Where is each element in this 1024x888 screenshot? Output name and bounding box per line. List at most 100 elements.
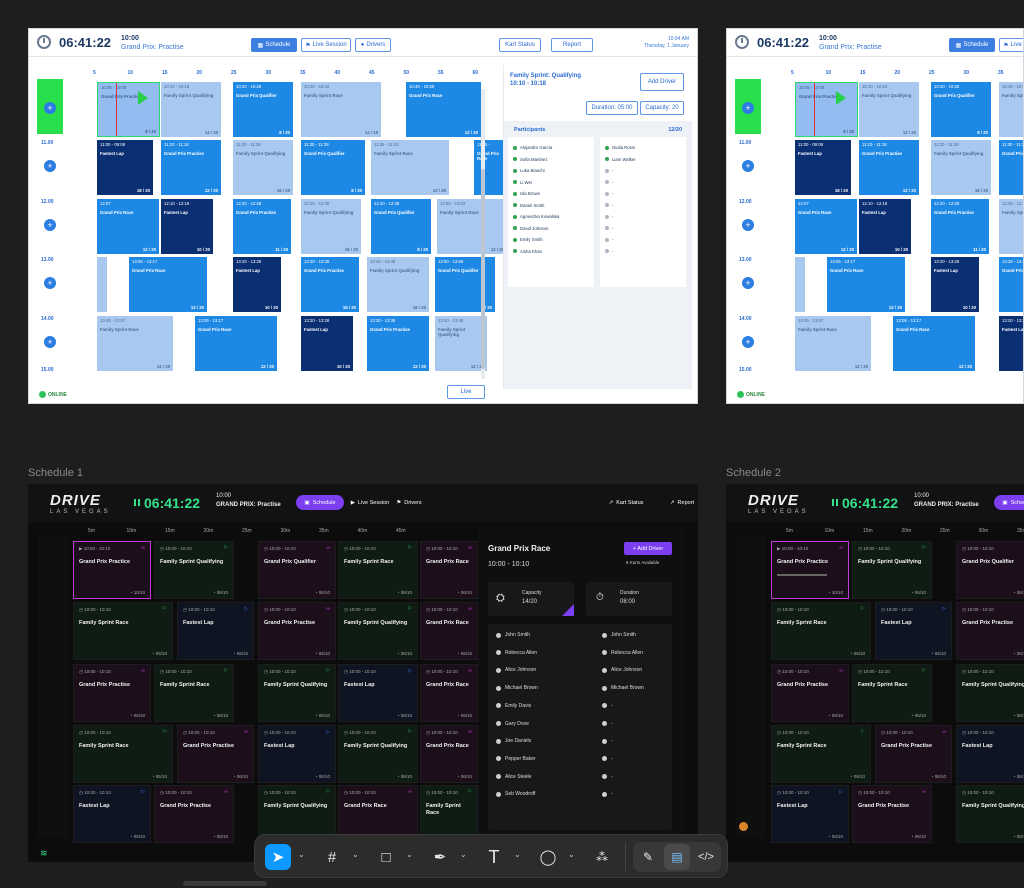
- canvas[interactable]: 06:41:22 10:00 Grand Prix: Practise ▦ Schedu…: [0, 0, 1024, 888]
- light-frame-2[interactable]: 06:41:22 10:00 Grand Prix: Practise ▦ Schedu…: [726, 28, 1024, 404]
- driver-row[interactable]: -: [602, 756, 613, 762]
- dev-mode-button[interactable]: </>: [693, 844, 719, 870]
- driver-row[interactable]: Rebecca Allen: [496, 650, 537, 656]
- driver-row[interactable]: -: [602, 738, 613, 744]
- session-block[interactable]: 11:10 - 11:18 Grand Prix Practise 12 / 20: [859, 140, 919, 195]
- session-block[interactable]: 10:05 - 10:08 Grand Prix Practise 8 / 20: [97, 82, 160, 137]
- nav-live-session-button[interactable]: ▶ Live Session: [348, 495, 392, 510]
- participant-row[interactable]: Luka Bianchi: [508, 165, 594, 177]
- session-card[interactable]: ◷ 10:00 - 10:10 Grand Prix Practise ∞ ◔ 06/…: [154, 785, 234, 843]
- driver-row[interactable]: -: [602, 703, 613, 709]
- chevron-down-icon[interactable]: ⌄: [514, 850, 521, 859]
- session-block[interactable]: 13:20 - 13:28Fastest Lap10 / 20: [931, 257, 979, 312]
- driver-row[interactable]: John Smith: [496, 632, 530, 638]
- session-card[interactable]: ◷ 10:00 - 10:10 Grand Prix Practise ∞ ◔ 06/…: [73, 664, 151, 722]
- session-card[interactable]: ◷ 10:00 - 10:10Family Sprint Qualifying⚐…: [956, 664, 1024, 722]
- session-block[interactable]: 13:20 - 13:28Fastest Lap10 / 20: [999, 316, 1023, 371]
- session-block[interactable]: 13:05 - 13:17 Grand Prix Race 12 / 20: [827, 257, 905, 312]
- nav-drivers-button[interactable]: ⚑ Drivers: [394, 495, 424, 510]
- driver-row[interactable]: Michael Brown: [602, 685, 644, 691]
- participant-row[interactable]: Agnieszka Kowalska: [508, 211, 594, 223]
- add-driver-button[interactable]: + Add Driver: [624, 542, 672, 555]
- participant-row[interactable]: Liam Walker: [600, 154, 686, 166]
- session-card[interactable]: ◷ 10:00 - 10:10 Family Sprint Race ⚐ ◔ 06/1…: [852, 664, 932, 722]
- design-mode-button[interactable]: ▤: [664, 844, 690, 870]
- dark-frame-schedule-2[interactable]: DRIVE LAS VEGAS 06:41:22 10:00 GRAND PRIX: P…: [726, 484, 1024, 862]
- participant-row[interactable]: Isla Brown: [508, 188, 594, 200]
- light-frame-1[interactable]: 06:41:22 10:00 Grand Prix: Practise ▦ Schedu…: [28, 28, 698, 404]
- session-block[interactable]: 10:20 - 10:28 Grand Prix Qualifier 8 / 20: [233, 82, 293, 137]
- participant-row[interactable]: Aisha Khan: [508, 246, 594, 258]
- participant-row[interactable]: Daniel Smith: [508, 200, 594, 212]
- kart-status-button[interactable]: Kart Status: [499, 38, 541, 52]
- add-session-button[interactable]: +: [44, 336, 56, 348]
- chevron-down-icon[interactable]: ⌄: [460, 850, 467, 859]
- session-block[interactable]: 13:30 - 13:38 Grand Prix Practise 15 / 20: [301, 257, 359, 312]
- session-block[interactable]: 10:30 - 10:42Family Sprint Race12 / 19: [999, 82, 1023, 137]
- session-card[interactable]: ◷ 10:00 - 10:10Fastest Lap▷◔ 06/10: [875, 602, 952, 660]
- session-block[interactable]: 13:45 - 13:57 Family Sprint Race 12 / 20: [795, 316, 871, 371]
- session-card[interactable]: ◷ 10:00 - 10:10 Family Sprint Race ⚐ ◔ 06/1…: [771, 725, 871, 783]
- add-session-button[interactable]: +: [742, 160, 754, 172]
- session-card[interactable]: ◷ 10:00 - 10:10 Family Sprint Race ⚐ ◔ 06/1…: [771, 602, 871, 660]
- nav-schedule-button[interactable]: ▦ Schedule: [949, 38, 995, 52]
- move-tool[interactable]: ➤: [265, 844, 291, 870]
- components-tool[interactable]: ⁂: [589, 844, 615, 870]
- session-block[interactable]: 11:55 -Grand Prix Race: [474, 140, 506, 195]
- driver-row[interactable]: Alice Johnson: [602, 667, 642, 673]
- session-card[interactable]: ◷ 10:00 - 10:10 Grand Prix Practise ∞ ◔ 06/…: [875, 725, 952, 783]
- driver-row[interactable]: -: [602, 774, 613, 780]
- session-block[interactable]: 10:05 - 10:08 Grand Prix Practise 8 / 20: [795, 82, 858, 137]
- driver-row[interactable]: Michael Brown: [496, 685, 538, 691]
- nav-schedule-button[interactable]: ▣Schedule: [296, 495, 344, 510]
- add-session-button[interactable]: +: [742, 336, 754, 348]
- session-card[interactable]: ◷ 10:00 - 10:10 Grand Prix Practise ∞ ◔ 06/…: [852, 785, 932, 843]
- pen-tool[interactable]: ✒: [427, 844, 453, 870]
- report-button[interactable]: ↗ Report: [660, 495, 698, 510]
- participant-row[interactable]: -: [600, 200, 686, 212]
- session-block[interactable]: 10:20 - 10:28 Grand Prix Qualifier 8 / 20: [931, 82, 991, 137]
- session-card[interactable]: ▶ 10:00 - 10:10 Grand Prix Practice ∞ ◔ 10/…: [771, 541, 849, 599]
- nav-drivers-button[interactable]: ● Drivers: [355, 38, 391, 52]
- session-block[interactable]: 13:45 - 13:57 Family Sprint Race 12 / 20: [97, 316, 173, 371]
- add-driver-button[interactable]: Add Driver: [640, 73, 684, 91]
- session-block[interactable]: 12:07 Grand Prix Race 12 / 20: [97, 199, 159, 254]
- participant-row[interactable]: Sofia Martinez: [508, 154, 594, 166]
- frame-tool[interactable]: #: [319, 844, 345, 870]
- participant-row[interactable]: -: [600, 165, 686, 177]
- add-session-button[interactable]: +: [44, 160, 56, 172]
- session-card[interactable]: ◷ 10:00 - 10:10Fastest Lap▷◔ 06/10: [956, 725, 1024, 783]
- add-session-button[interactable]: +: [44, 102, 56, 114]
- draw-mode-button[interactable]: ✎: [635, 844, 661, 870]
- participant-row[interactable]: Giulia Rossi: [600, 142, 686, 154]
- session-block[interactable]: 13:20 - 13:28Fastest Lap10 / 20: [301, 316, 353, 371]
- chevron-down-icon[interactable]: ⌄: [406, 850, 413, 859]
- session-block[interactable]: 10:10 - 10:18 Family Sprint Qualifying 12 …: [859, 82, 919, 137]
- session-block[interactable]: 12:40 - 12:48 Grand Prix Qualifier 8 / 20: [371, 199, 431, 254]
- session-card[interactable]: ◷ 10:00 - 10:10 Family Sprint Race ⚐ ◔ 06/1…: [338, 541, 418, 599]
- session-block[interactable]: 12:10 - 12:18 Fastest Lap 10 / 20: [859, 199, 911, 254]
- add-session-button[interactable]: +: [742, 277, 754, 289]
- live-button[interactable]: Live: [447, 385, 485, 399]
- session-card[interactable]: ◷ 10:00 - 10:10 Grand Prix Race ∞ ◔ 06/10: [420, 602, 478, 660]
- session-card[interactable]: ◷ 10:00 - 10:10Fastest Lap▷◔ 06/10: [177, 602, 254, 660]
- participant-row[interactable]: Emily Smith: [508, 234, 594, 246]
- session-block[interactable]: 10:30 - 10:42Family Sprint Race12 / 19: [301, 82, 381, 137]
- kart-status-button[interactable]: ↗ Kart Status: [604, 495, 648, 510]
- session-block[interactable]: 12:30 - 12:38 Family Sprint Qualifying 16 …: [301, 199, 361, 254]
- driver-row[interactable]: Alice Steele: [496, 774, 531, 780]
- driver-row[interactable]: John Smith: [602, 632, 636, 638]
- session-block[interactable]: 13:30 - 13:38 Grand Prix Practise 12 / 20: [367, 316, 429, 371]
- session-card[interactable]: ◷ 10:00 - 10:10Fastest Lap▷◔ 06/10: [771, 785, 849, 843]
- driver-row[interactable]: Emily Davis: [496, 703, 531, 709]
- session-block[interactable]: 13:50 - 13:58 Grand Prix Qualifier 8 / 20: [435, 257, 495, 312]
- participant-row[interactable]: -: [600, 223, 686, 235]
- rectangle-tool[interactable]: □: [373, 844, 399, 870]
- session-card[interactable]: ◷ 10:00 - 10:10 Grand Prix Race ∞ ◔ 06/10: [420, 664, 478, 722]
- driver-row[interactable]: Gary Dove: [496, 721, 529, 727]
- session-block[interactable]: 10:10 - 10:18 Family Sprint Qualifying 12 …: [161, 82, 221, 137]
- participant-row[interactable]: David Johnson: [508, 223, 594, 235]
- session-block[interactable]: 11:35 - 11:43 Family Sprint Race 12 / 20: [371, 140, 449, 195]
- duration-button[interactable]: Duration: 05:00: [586, 101, 638, 115]
- nav-live-session-button[interactable]: ⚑Live Session: [999, 38, 1023, 52]
